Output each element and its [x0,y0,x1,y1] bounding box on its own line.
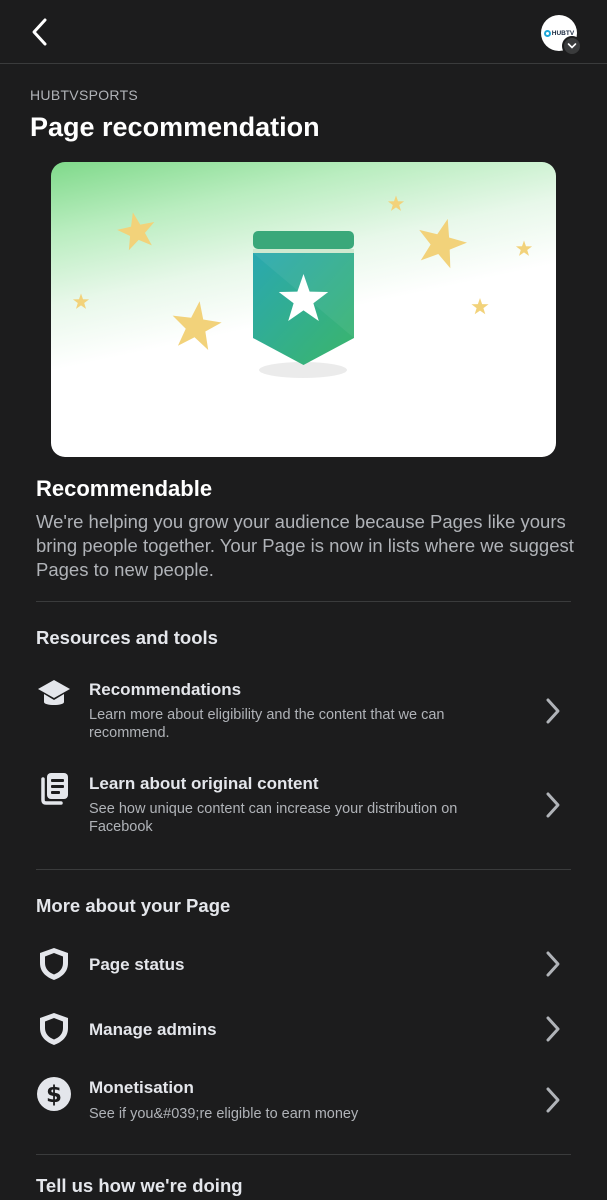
monetisation-title: Monetisation [89,1078,194,1097]
page-handle: HUBTVSPORTS [30,87,139,103]
recommendations-subtitle: Learn more about eligibility and the con… [89,707,445,741]
recommendation-illustration [51,162,556,457]
chevron-right-icon [540,1014,566,1044]
divider [36,1154,571,1155]
more-about-page-heading: More about your Page [36,895,231,916]
original-content-row[interactable]: Learn about original content See how uni… [0,762,607,852]
page-status-row[interactable]: Page status [0,942,607,988]
divider [36,869,571,870]
recommendations-title: Recommendations [89,680,242,699]
back-button[interactable] [22,14,58,50]
original-content-subtitle: See how unique content can increase your… [89,801,458,835]
chevron-right-icon [540,696,566,726]
svg-text:$: $ [46,1082,62,1108]
chevron-right-icon [540,949,566,979]
dollar-icon: $ [36,1076,72,1112]
page-avatar-switcher[interactable]: HUBTV [541,15,582,56]
manage-admins-title: Manage admins [89,1020,217,1039]
monetisation-row[interactable]: $ Monetisation See if you&#039;re eligib… [0,1072,607,1132]
avatar-logo-icon [543,29,551,37]
divider [36,601,571,602]
chevron-down-icon [562,36,582,56]
banner-badge [253,231,354,365]
chevron-right-icon [540,790,566,820]
monetisation-subtitle: See if you&#039;re eligible to earn mone… [89,1106,359,1122]
documents-icon [36,770,72,806]
resources-heading: Resources and tools [36,627,218,648]
graduation-cap-icon [36,676,72,712]
page-title: Page recommendation [30,112,320,142]
page-status-title: Page status [89,955,185,974]
recommendation-status-title: Recommendable [36,476,213,501]
chevron-left-icon [32,18,47,46]
shield-icon [36,946,72,982]
recommendations-row[interactable]: Recommendations Learn more about eligibi… [0,668,607,758]
chevron-right-icon [540,1085,566,1115]
recommendation-status-description: We're helping you grow your audience bec… [36,511,574,580]
original-content-title: Learn about original content [89,774,319,793]
feedback-heading: Tell us how we're doing [36,1175,243,1196]
manage-admins-row[interactable]: Manage admins [0,1007,607,1053]
shield-icon [36,1011,72,1047]
top-bar: HUBTV [0,0,607,64]
